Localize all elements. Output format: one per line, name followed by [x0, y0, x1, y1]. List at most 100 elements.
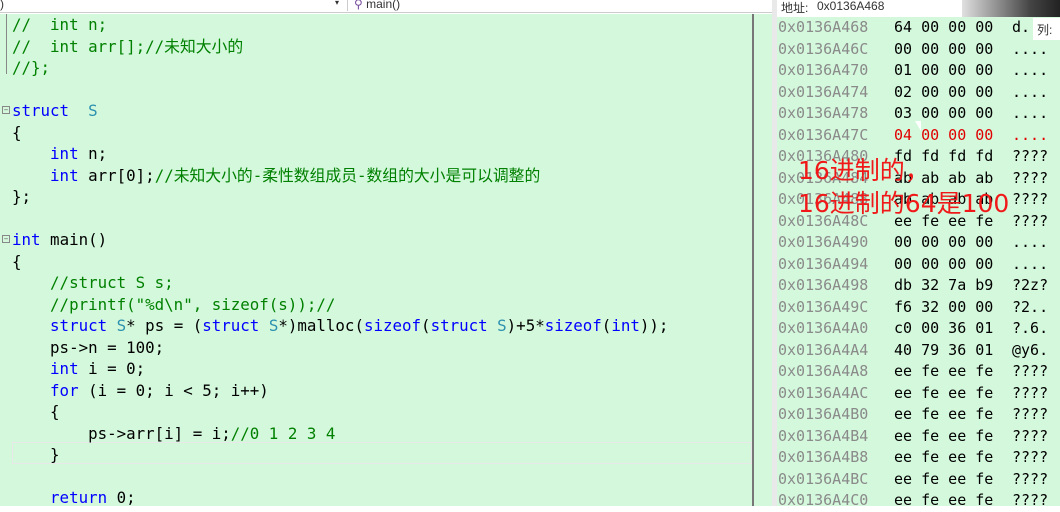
fold-guide — [6, 14, 7, 74]
memory-row: 0x0136A49C f6 32 00 00 ?2.. — [778, 297, 1048, 319]
code-text: 0; — [107, 488, 136, 507]
memory-row: 0x0136A47C 04 00 00 00.... — [778, 125, 1048, 147]
code-keyword: int — [50, 165, 79, 185]
code-line: struct S* ps = (struct S*)malloc(sizeof(… — [12, 315, 668, 337]
code-text: ps->arr[i] = i; — [12, 423, 231, 443]
code-editor[interactable]: // int n;// int arr[];//未知大小的//}; − struc… — [0, 14, 775, 509]
code-text: ( — [601, 316, 612, 335]
collapse-icon[interactable]: − — [2, 106, 10, 114]
code-keyword: struct — [202, 316, 260, 335]
memory-bytes[interactable]: 03 00 00 00 — [894, 103, 1012, 125]
memory-ascii: ???? — [1012, 362, 1049, 380]
function-icon: ⚲ — [354, 0, 367, 11]
memory-ascii: ???? — [1012, 383, 1049, 402]
code-text: }; — [12, 187, 32, 206]
column-label[interactable]: 列: — [1033, 18, 1060, 40]
memory-ascii: ?.6. — [1012, 319, 1049, 337]
memory-bytes[interactable]: ee fe ee fe — [894, 383, 1012, 405]
memory-row: 0x0136A4A4 40 79 36 01 @y6. — [778, 340, 1048, 362]
memory-bytes[interactable]: ee fe ee fe — [894, 447, 1012, 469]
code-line: //}; — [12, 57, 668, 79]
memory-address: 0x0136A4C0 — [778, 491, 869, 509]
annotation-line-2: 16进制的64是100 — [798, 189, 1010, 218]
memory-row: 0x0136A494 00 00 00 00.... — [778, 254, 1048, 276]
memory-bytes[interactable]: ee fe ee fe — [894, 404, 1012, 426]
memory-row: 0x0136A4B0 ee fe ee fe???? — [778, 404, 1048, 426]
memory-address: 0x0136A49C — [778, 297, 869, 316]
memory-address: 0x0136A4B4 — [778, 426, 869, 445]
memory-bytes[interactable]: 02 00 00 00 — [894, 82, 1012, 104]
chevron-down-icon[interactable]: ▾ — [335, 0, 339, 7]
memory-bytes[interactable]: ee fe ee fe — [894, 361, 1012, 383]
memory-ascii: ???? — [1012, 448, 1049, 466]
code-line: − int main() — [2, 229, 668, 251]
memory-bytes[interactable]: db 32 7a b9 — [894, 275, 1012, 297]
code-line: //struct S s; — [12, 272, 668, 294]
code-line: − struct S — [2, 100, 668, 122]
code-comment: //}; — [12, 58, 51, 77]
memory-address: 0x0136A4A8 — [778, 362, 869, 380]
memory-ascii: ???? — [1012, 491, 1049, 509]
code-line: ps->arr[i] = i;//0 1 2 3 4 — [12, 423, 668, 445]
code-line: ps->n = 100; — [12, 337, 668, 359]
memory-row: 0x0136A4A8 ee fe ee fe???? — [778, 361, 1048, 383]
memory-ascii: ???? — [1012, 405, 1049, 423]
code-line: int i = 0; — [12, 358, 668, 380]
memory-bytes[interactable]: ee fe ee fe — [894, 426, 1012, 448]
memory-bytes[interactable]: 00 00 00 00 — [894, 254, 1012, 276]
code-line: //printf("%d\n", sizeof(s));// — [12, 294, 668, 316]
code-type: S — [88, 101, 98, 120]
code-type: S — [116, 316, 127, 335]
code-text: { — [12, 122, 22, 142]
memory-bytes[interactable]: 00 00 00 00 — [894, 39, 1012, 61]
memory-bytes[interactable]: f6 32 00 00 — [894, 297, 1012, 319]
memory-address: 0x0136A4BC — [778, 469, 869, 488]
collapse-icon[interactable]: − — [2, 235, 10, 243]
memory-bytes[interactable]: 64 00 00 00 — [894, 17, 1012, 39]
memory-window: 0x0136A468 64 00 00 00 d... 0x0136A46C 00 00… — [777, 0, 1060, 509]
code-text: ( — [421, 316, 431, 335]
memory-row: 0x0136A4C0 ee fe ee fe???? — [778, 490, 1048, 512]
memory-ascii: ???? — [1012, 168, 1049, 187]
memory-row: 0x0136A46C 00 00 00 00.... — [778, 39, 1048, 61]
memory-bytes[interactable]: 40 79 36 01 — [894, 340, 1012, 362]
address-input[interactable]: 0x0136A468 — [817, 0, 884, 13]
code-keyword: struct — [50, 316, 108, 335]
editor-scrollbar[interactable] — [752, 14, 754, 506]
memory-ascii: ?2z? — [1012, 276, 1049, 294]
code-text: * ps = ( — [126, 316, 203, 335]
memory-bytes[interactable]: 01 00 00 00 — [894, 60, 1012, 82]
function-dropdown[interactable]: ⚲ main() — [347, 0, 775, 11]
code-type: S — [268, 316, 279, 335]
memory-address: 0x0136A474 — [778, 82, 869, 101]
memory-address: 0x0136A468 — [778, 18, 869, 36]
memory-ascii: ???? — [1012, 147, 1049, 165]
webcam-overlay — [962, 0, 1060, 17]
memory-bytes[interactable]: 04 00 00 00 — [894, 125, 1012, 147]
code-line: return 0; — [12, 487, 668, 509]
memory-ascii: ???? — [1012, 426, 1049, 445]
memory-bytes[interactable]: c0 00 36 01 — [894, 318, 1012, 340]
memory-row: 0x0136A4B8 ee fe ee fe???? — [778, 447, 1048, 469]
memory-row: 0x0136A468 64 00 00 00 d... — [778, 17, 1048, 39]
memory-ascii: .... — [1012, 104, 1049, 122]
code-text: n; — [78, 144, 108, 163]
memory-bytes[interactable]: ee fe ee fe — [894, 469, 1012, 491]
memory-row: 0x0136A478 03 00 00 00.... — [778, 103, 1048, 125]
memory-bytes[interactable]: ee fe ee fe — [894, 490, 1012, 512]
memory-ascii: .... — [1012, 233, 1049, 251]
navigation-bar: ) ▾ ⚲ main() — [0, 0, 775, 13]
scope-dropdown[interactable]: ) ▾ — [0, 0, 345, 11]
code-text: { — [12, 251, 22, 271]
memory-row: 0x0136A470 01 00 00 00.... — [778, 60, 1048, 82]
memory-bytes[interactable]: 00 00 00 00 — [894, 232, 1012, 254]
memory-row: 0x0136A474 02 00 00 00.... — [778, 82, 1048, 104]
code-text: } — [12, 445, 60, 464]
code-lines: // int n;// int arr[];//未知大小的//}; − struc… — [2, 14, 668, 509]
